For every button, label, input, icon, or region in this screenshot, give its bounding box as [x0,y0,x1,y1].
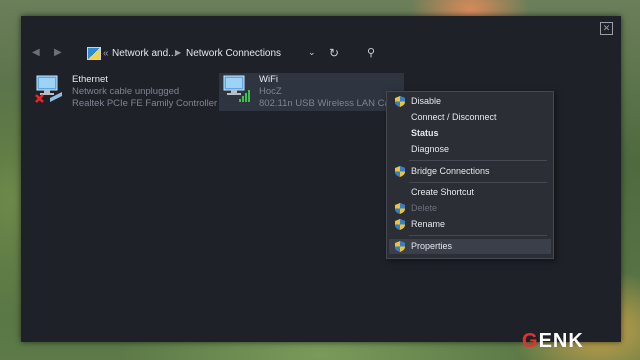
search-icon[interactable]: ⚲ [367,46,375,59]
genk-watermark-logo: GENK [522,330,584,352]
adapter-name: Ethernet [72,74,108,85]
menu-separator [409,160,547,161]
ethernet-disconnected-icon [35,75,62,103]
menu-item-properties[interactable]: Properties [389,239,551,254]
adapter-status: HocZ [259,86,282,97]
adapter-device: 802.11n USB Wireless LAN Card [259,98,399,109]
breadcrumb-separator-icon[interactable]: ▶ [175,48,181,57]
menu-separator [409,235,547,236]
menu-item-label: Status [411,128,439,138]
menu-item-status[interactable]: Status [389,126,551,141]
menu-item-label: Disable [411,96,442,106]
menu-item-connect-disconnect[interactable]: Connect / Disconnect [389,110,551,125]
menu-item-label: Delete [411,203,438,213]
uac-shield-icon [395,219,405,230]
menu-item-disable[interactable]: Disable [389,94,551,109]
adapter-ethernet[interactable]: Ethernet Network cable unplugged Realtek… [32,73,222,111]
breadcrumb-network-connections[interactable]: Network Connections [186,48,281,59]
menu-item-bridge-connections[interactable]: Bridge Connections [389,164,551,179]
uac-shield-icon [395,203,405,214]
menu-item-rename[interactable]: Rename [389,217,551,232]
adapter-status: Network cable unplugged [72,86,180,97]
menu-item-label: Connect / Disconnect [411,112,497,122]
breadcrumb-network-and-sharing[interactable]: Network and... [112,48,176,59]
close-window-button[interactable]: ✕ [600,22,613,35]
uac-shield-icon [395,96,405,107]
menu-item-delete: Delete [389,201,551,216]
forward-arrow-icon[interactable]: ▶ [54,47,62,58]
uac-shield-icon [395,166,405,177]
menu-item-label: Bridge Connections [411,166,490,176]
menu-item-diagnose[interactable]: Diagnose [389,142,551,157]
address-bar: ◀ ▶ « Network and... ▶ Network Connectio… [21,42,621,66]
breadcrumb-overflow[interactable]: « [103,48,109,59]
menu-separator [409,182,547,183]
menu-item-label: Create Shortcut [411,187,475,197]
adapter-wifi[interactable]: WiFi HocZ 802.11n USB Wireless LAN Card [219,73,404,111]
adapter-name: WiFi [259,74,278,85]
control-panel-icon [87,47,101,60]
context-menu: Disable Connect / Disconnect Status Diag… [386,91,554,259]
menu-item-create-shortcut[interactable]: Create Shortcut [389,185,551,200]
wifi-adapter-icon [223,75,250,102]
uac-shield-icon [395,241,405,252]
refresh-icon[interactable]: ↻ [329,46,339,60]
chevron-down-icon[interactable]: ⌄ [308,47,316,58]
adapter-device: Realtek PCIe FE Family Controller [72,98,218,109]
menu-item-label: Rename [411,219,446,229]
menu-item-label: Diagnose [411,144,450,154]
menu-item-label: Properties [411,241,453,251]
back-arrow-icon[interactable]: ◀ [32,47,40,58]
